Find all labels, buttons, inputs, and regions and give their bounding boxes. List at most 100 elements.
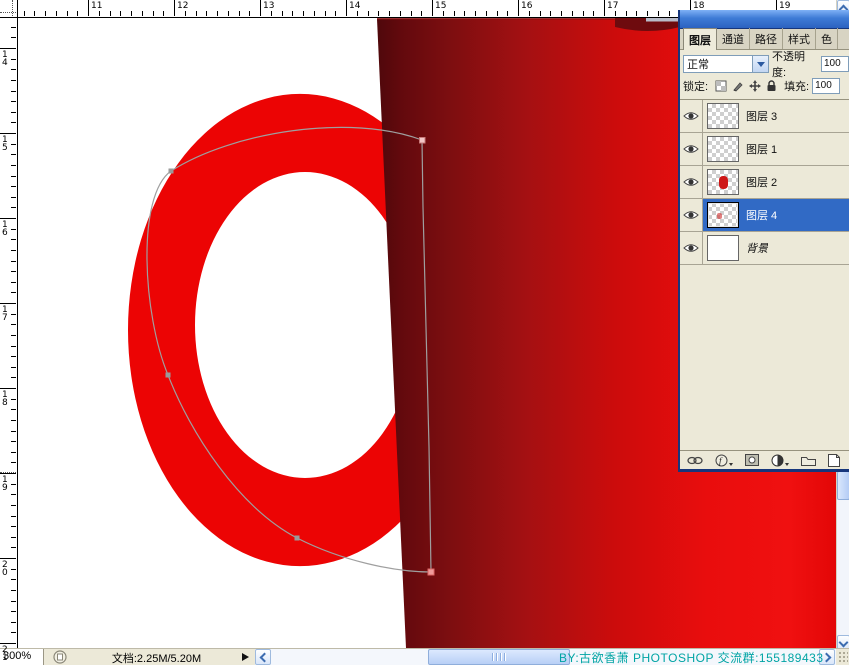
link-icon[interactable] bbox=[687, 456, 703, 465]
tab-paths[interactable]: 路径 bbox=[750, 28, 783, 49]
ruler-tick bbox=[11, 314, 16, 315]
ruler-tick bbox=[346, 0, 347, 16]
ruler-tick bbox=[11, 346, 16, 347]
ruler-tick bbox=[11, 505, 16, 506]
ruler-tick bbox=[99, 11, 100, 16]
layer-row[interactable]: 图层 2 bbox=[680, 166, 849, 199]
path-anchor[interactable] bbox=[166, 373, 171, 378]
lock-all-padlock-icon[interactable] bbox=[766, 80, 777, 92]
layer-name[interactable]: 图层 3 bbox=[746, 108, 777, 124]
tab-styles[interactable]: 样式 bbox=[783, 28, 816, 49]
visibility-toggle[interactable] bbox=[680, 166, 703, 198]
ruler-tick bbox=[0, 558, 16, 559]
thumbnail-content bbox=[717, 213, 722, 219]
ruler-tick bbox=[11, 441, 16, 442]
layer-style-icon[interactable]: f bbox=[715, 454, 733, 467]
path-anchor[interactable] bbox=[295, 536, 300, 541]
ruler-tick bbox=[303, 11, 304, 16]
path-anchor[interactable] bbox=[420, 138, 426, 144]
ruler-tick bbox=[228, 11, 229, 16]
ruler-tick bbox=[11, 69, 16, 70]
ruler-tick bbox=[11, 27, 16, 28]
tab-swatches[interactable]: 色 bbox=[816, 28, 838, 49]
fill-field[interactable]: 100 bbox=[812, 78, 840, 94]
ruler-tick bbox=[368, 11, 369, 16]
layer-name[interactable]: 图层 1 bbox=[746, 141, 777, 157]
layer-thumbnail[interactable] bbox=[707, 103, 739, 129]
thumb-grip bbox=[504, 653, 506, 661]
ruler-label: 17 bbox=[607, 1, 618, 11]
ruler-tick bbox=[11, 112, 16, 113]
layer-thumbnail[interactable] bbox=[707, 169, 739, 195]
ruler-tick bbox=[11, 239, 16, 240]
lock-image-brush-icon[interactable] bbox=[732, 80, 744, 92]
ruler-tick bbox=[11, 462, 16, 463]
status-preview-button[interactable] bbox=[48, 649, 72, 665]
ruler-label: 1 8 bbox=[2, 391, 8, 407]
visibility-toggle[interactable] bbox=[680, 133, 703, 165]
opacity-field[interactable]: 100 bbox=[821, 56, 849, 72]
visibility-toggle[interactable] bbox=[680, 232, 703, 264]
thumb-grip bbox=[496, 653, 498, 661]
ruler-tick bbox=[271, 11, 272, 16]
layer-thumbnail[interactable] bbox=[707, 136, 739, 162]
layer-row[interactable]: 图层 3 bbox=[680, 100, 849, 133]
ruler-tick bbox=[11, 271, 16, 272]
palette-empty-area bbox=[680, 265, 849, 450]
adjustment-layer-icon[interactable] bbox=[771, 454, 789, 467]
chevron-left-icon bbox=[259, 652, 269, 662]
status-menu-arrow-button[interactable] bbox=[242, 653, 249, 661]
tab-channels[interactable]: 通道 bbox=[717, 28, 750, 49]
scroll-left-button[interactable] bbox=[255, 649, 271, 665]
layer-row[interactable]: 图层 1 bbox=[680, 133, 849, 166]
ruler-tick bbox=[11, 324, 16, 325]
visibility-toggle[interactable] bbox=[680, 199, 703, 231]
layer-thumbnail[interactable] bbox=[707, 202, 739, 228]
visibility-toggle[interactable] bbox=[680, 100, 703, 132]
ruler-tick bbox=[11, 144, 16, 145]
lock-position-move-icon[interactable] bbox=[749, 80, 761, 92]
path-anchor[interactable] bbox=[169, 169, 174, 174]
palette-controls: 正常 不透明度: 100 锁定: 填充: 100 bbox=[680, 50, 849, 99]
ruler-tick bbox=[56, 11, 57, 16]
ruler-tick bbox=[432, 0, 433, 16]
ruler-tick bbox=[11, 292, 16, 293]
layer-mask-icon[interactable] bbox=[745, 454, 759, 466]
eye-icon bbox=[683, 243, 699, 253]
new-layer-icon[interactable] bbox=[828, 454, 840, 467]
ruler-label: 1 5 bbox=[2, 136, 8, 152]
ruler-label: 1 7 bbox=[2, 306, 8, 322]
ruler-tick bbox=[400, 11, 401, 16]
path-anchor[interactable] bbox=[428, 569, 434, 575]
layer-name[interactable]: 图层 4 bbox=[746, 207, 777, 223]
palette-titlebar[interactable] bbox=[680, 10, 849, 29]
ruler-corner[interactable] bbox=[0, 0, 18, 18]
layer-name[interactable]: 图层 2 bbox=[746, 174, 777, 190]
ruler-tick bbox=[11, 622, 16, 623]
ruler-tick bbox=[0, 133, 16, 134]
layer-group-icon[interactable] bbox=[801, 455, 816, 466]
ruler-tick bbox=[239, 11, 240, 16]
ruler-tick bbox=[11, 377, 16, 378]
fill-label: 填充: bbox=[784, 78, 809, 94]
vertical-scrollbar-thumb[interactable] bbox=[837, 471, 849, 500]
ruler-tick bbox=[518, 0, 519, 16]
ruler-tick bbox=[110, 11, 111, 16]
ruler-tick bbox=[626, 11, 627, 16]
ruler-tick bbox=[0, 643, 16, 644]
layer-thumbnail[interactable] bbox=[707, 235, 739, 261]
document-size-info[interactable]: 文档:2.25M/5.20M bbox=[74, 649, 239, 665]
eye-icon bbox=[683, 177, 699, 187]
ruler-tick bbox=[0, 473, 16, 474]
layer-row-selected[interactable]: 图层 4 bbox=[680, 199, 849, 232]
layer-name[interactable]: 背景 bbox=[746, 240, 768, 256]
ruler-tick bbox=[0, 303, 16, 304]
left-ruler[interactable]: 1 41 51 61 71 81 92 02 1 bbox=[0, 17, 18, 648]
chevron-down-icon[interactable] bbox=[752, 56, 768, 72]
blend-mode-dropdown[interactable]: 正常 bbox=[683, 55, 769, 73]
tab-layers[interactable]: 图层 bbox=[683, 28, 717, 50]
horizontal-scrollbar-thumb[interactable] bbox=[428, 649, 570, 665]
resize-grip[interactable] bbox=[838, 651, 848, 663]
lock-transparency-icon[interactable] bbox=[715, 80, 727, 92]
layer-row[interactable]: 背景 bbox=[680, 232, 849, 265]
